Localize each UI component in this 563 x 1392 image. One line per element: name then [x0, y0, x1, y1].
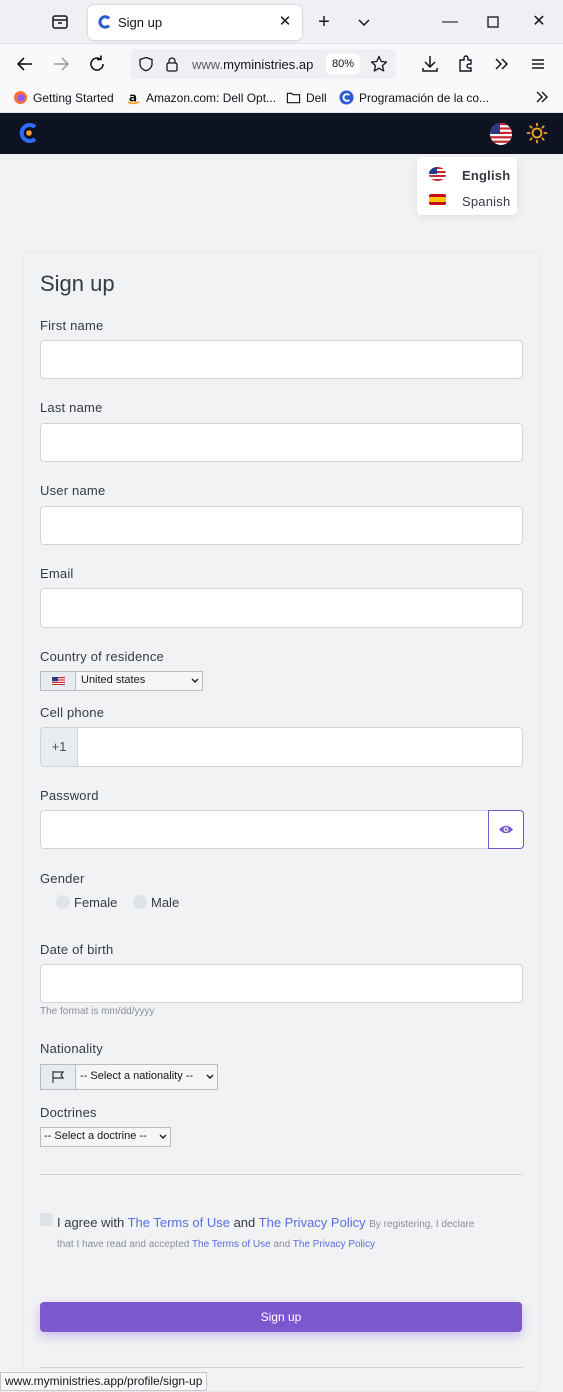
eye-icon — [499, 825, 513, 834]
maximize-icon[interactable] — [481, 10, 505, 34]
nationality-value: -- Select a nationality -- — [80, 1070, 194, 1082]
user-name-input[interactable] — [40, 506, 523, 545]
language-option-english[interactable]: English — [429, 164, 517, 184]
gender-female-label: Female — [74, 895, 118, 910]
browser-nav-bar: www.myministries.ap 80% — [0, 44, 563, 84]
tab-close-icon[interactable]: ✕ — [276, 13, 294, 31]
active-tab[interactable]: Sign up ✕ — [88, 5, 302, 40]
country-select[interactable]: United states — [40, 671, 203, 691]
back-arrow-icon[interactable] — [13, 52, 37, 76]
bookmarks-bar: Getting Started a Amazon.com: Dell Opt...… — [0, 84, 563, 113]
doctrine-value: -- Select a doctrine -- — [44, 1130, 147, 1142]
downloads-icon[interactable] — [418, 52, 442, 76]
svg-text:a: a — [129, 90, 137, 104]
language-option-spanish[interactable]: Spanish — [429, 190, 517, 210]
sign-up-button[interactable]: Sign up — [40, 1302, 522, 1332]
dob-label: Date of birth — [40, 942, 114, 957]
terms-of-use-link-small[interactable]: The Terms of Use — [192, 1239, 271, 1250]
chevron-down-icon — [205, 1070, 215, 1084]
dob-input[interactable] — [40, 964, 523, 1003]
overflow-chevrons-icon[interactable] — [490, 52, 514, 76]
firefox-icon — [13, 90, 28, 105]
url-text[interactable]: www.myministries.ap — [192, 57, 318, 72]
tracking-shield-icon[interactable] — [138, 56, 154, 77]
last-name-input[interactable] — [40, 423, 523, 462]
window-close-icon[interactable]: ✕ — [527, 10, 551, 34]
bookmarks-overflow-icon[interactable] — [534, 88, 550, 106]
doctrines-label: Doctrines — [40, 1105, 97, 1120]
tab-overflow-chevron-icon[interactable] — [354, 12, 374, 32]
country-flag-addon — [41, 672, 76, 690]
bookmark-dell-folder[interactable]: Dell — [286, 90, 327, 108]
form-divider — [40, 1174, 523, 1175]
bottom-divider — [40, 1367, 523, 1368]
language-dropdown: English Spanish — [417, 157, 517, 215]
show-password-button[interactable] — [488, 810, 524, 849]
forward-arrow-icon[interactable] — [49, 52, 73, 76]
email-label: Email — [40, 566, 74, 581]
app-logo-icon[interactable] — [16, 120, 42, 146]
reload-icon[interactable] — [85, 52, 109, 76]
bookmark-star-icon[interactable] — [370, 55, 388, 78]
phone-prefix: +1 — [40, 727, 78, 767]
site-logo-icon — [339, 90, 354, 105]
browser-tab-bar: Sign up ✕ + — ✕ — [0, 0, 563, 44]
new-tab-icon[interactable]: + — [313, 11, 335, 33]
us-flag-icon — [429, 167, 446, 181]
agree-terms-checkbox[interactable] — [40, 1213, 53, 1226]
hamburger-menu-icon[interactable] — [526, 52, 550, 76]
tab-title: Sign up — [118, 15, 163, 30]
spain-flag-icon — [429, 194, 446, 205]
link-status-bar: www.myministries.app/profile/sign-up — [0, 1372, 208, 1391]
first-name-label: First name — [40, 318, 104, 333]
folder-icon — [286, 90, 301, 105]
password-input[interactable] — [40, 810, 489, 849]
extensions-icon[interactable] — [454, 52, 478, 76]
chevron-down-icon — [190, 674, 200, 688]
tab-list-icon[interactable] — [50, 12, 70, 32]
gender-male-radio[interactable] — [133, 895, 147, 909]
email-input[interactable] — [40, 588, 523, 628]
language-flag-us-icon[interactable] — [490, 123, 512, 145]
site-favicon-icon — [97, 14, 113, 30]
gender-male-label: Male — [151, 895, 180, 910]
zoom-level-badge[interactable]: 80% — [326, 54, 360, 74]
password-label: Password — [40, 788, 99, 803]
agree-terms-text: I agree with The Terms of Use and The Pr… — [57, 1211, 517, 1250]
terms-of-use-link[interactable]: The Terms of Use — [128, 1215, 230, 1230]
doctrine-select[interactable]: -- Select a doctrine -- — [40, 1127, 171, 1147]
bookmark-programacion[interactable]: Programación de la co... — [339, 90, 489, 108]
last-name-label: Last name — [40, 400, 103, 415]
privacy-policy-link[interactable]: The Privacy Policy — [259, 1215, 366, 1230]
bookmark-amazon[interactable]: a Amazon.com: Dell Opt... — [126, 90, 276, 108]
minimize-icon[interactable]: — — [438, 10, 462, 34]
nationality-label: Nationality — [40, 1041, 103, 1056]
cell-phone-label: Cell phone — [40, 705, 105, 720]
gender-label: Gender — [40, 871, 85, 886]
privacy-policy-link-small[interactable]: The Privacy Policy — [293, 1239, 375, 1250]
country-label: Country of residence — [40, 649, 164, 664]
first-name-input[interactable] — [40, 340, 523, 379]
address-bar[interactable]: www.myministries.ap 80% — [130, 49, 396, 79]
user-name-label: User name — [40, 483, 106, 498]
lock-icon[interactable] — [164, 56, 180, 77]
amazon-icon: a — [126, 90, 141, 105]
page-title: Sign up — [40, 271, 115, 296]
nationality-addon — [41, 1065, 76, 1089]
bookmark-getting-started[interactable]: Getting Started — [13, 90, 114, 108]
cell-phone-input[interactable] — [77, 727, 523, 767]
dob-format-hint: The format is mm/dd/yyyy — [40, 1006, 155, 1017]
country-value: United states — [81, 674, 146, 686]
chevron-down-icon — [158, 1130, 168, 1144]
nationality-select[interactable]: -- Select a nationality -- — [40, 1064, 218, 1090]
flag-outline-icon — [52, 1071, 65, 1083]
declare-line: that I have read and accepted The Terms … — [57, 1239, 375, 1250]
theme-sun-icon[interactable] — [526, 122, 548, 144]
gender-female-radio[interactable] — [56, 895, 70, 909]
app-header — [0, 113, 563, 154]
